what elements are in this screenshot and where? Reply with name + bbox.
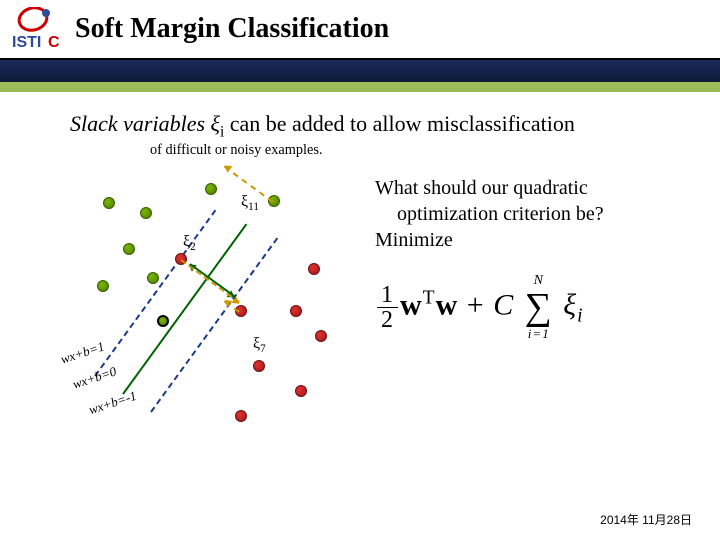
data-point-neg [253,360,265,372]
data-point-pos [147,272,159,284]
slide-title: Soft Margin Classification [75,13,389,45]
intro-line2: of difficult or noisy examples. [70,142,660,160]
svg-text:C: C [48,34,60,51]
data-point-neg [308,263,320,275]
label-wp1: wx+b=1 [59,338,107,367]
data-point-pos-sv [157,315,169,327]
data-point-pos [205,183,217,195]
slack-label-xi11: ξ11 [241,193,259,213]
blue-bar [0,60,720,82]
data-point-pos [140,207,152,219]
svm-diagram: wx+b=1 wx+b=0 wx+b=-1 [85,175,345,435]
label-w0: wx+b=0 [71,363,119,392]
data-point-neg [290,305,302,317]
data-point-neg [295,385,307,397]
q-l1: What should our quadratic [375,177,588,199]
data-point-neg [315,330,327,342]
slide-header: ISTI C Soft Margin Classification [0,0,720,60]
label-wm1: wx+b=-1 [87,387,139,417]
w-vec: w [436,288,459,321]
w-transpose: w [400,288,423,321]
fraction-half: 1 2 [377,283,398,332]
summation: ∑Ni=1 [525,288,553,326]
green-bar [0,82,720,92]
data-point-pos [103,197,115,209]
objective-formula: 1 2 wTw + C ∑Ni=1 ξi [375,283,690,332]
data-point-pos [97,280,109,292]
line-wx-b-m1 [150,237,278,412]
slide-date: 2014年 11月28日 [600,511,692,528]
slack-arrow-2 [180,259,239,303]
data-point-pos [123,243,135,255]
q-l3: Minimize [375,229,453,251]
slack-label-xi2: ξ2 [183,233,196,253]
xi-var: ξ [563,288,577,321]
intro-text: Slack variables ξi can be added to allow… [30,102,690,160]
intro-part1: Slack variables ξ [70,111,220,136]
C-constant: C [493,288,514,321]
data-point-neg [235,410,247,422]
q-l2: optimization criterion be? [375,201,690,227]
question-text: What should our quadratic optimization c… [375,175,690,253]
intro-part2: can be added to allow misclassification [224,111,575,136]
svg-text:ISTI: ISTI [12,34,41,51]
istic-logo: ISTI C [10,7,65,52]
slack-label-xi7: ξ7 [253,335,266,355]
